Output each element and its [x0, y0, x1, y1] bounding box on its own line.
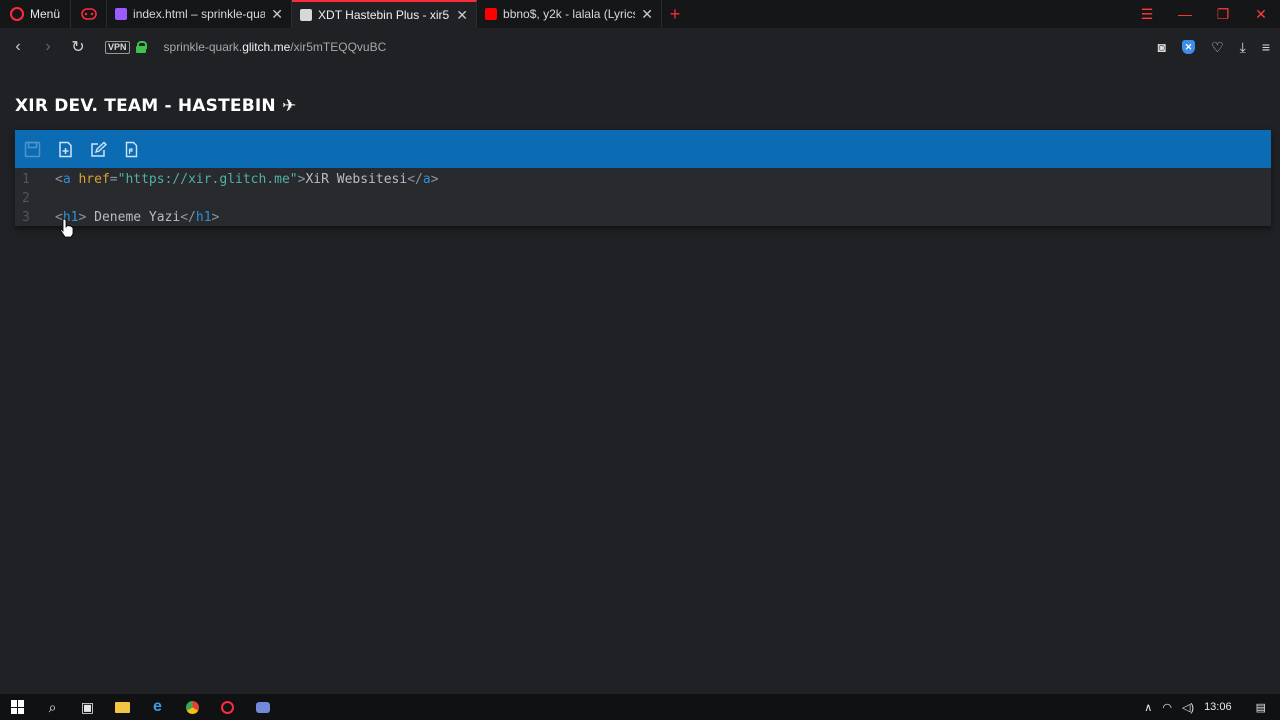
tab-sprinkle-quark[interactable]: index.html – sprinkle-quark ✕	[107, 0, 293, 28]
url-path: /xir5mTEQQvuBC	[290, 40, 387, 54]
code-line: 1 <a href="https://xir.glitch.me">XiR We…	[15, 170, 1271, 189]
code-token: href	[78, 172, 110, 187]
code-token: >	[211, 210, 220, 225]
code-token: Deneme Yazi	[86, 210, 181, 225]
code-line: 3 <h1> Deneme Yazi</h1>	[15, 208, 1271, 227]
code-token: >	[430, 172, 439, 187]
chrome-icon[interactable]	[175, 694, 210, 720]
windows-logo-icon	[10, 700, 25, 714]
close-window-icon[interactable]: ✕	[1242, 6, 1280, 23]
address-bar-tools: ◙ ✕ ♡ ⤓ ≡	[1158, 39, 1280, 56]
code-line: 2	[15, 189, 1271, 208]
volume-icon[interactable]: ◁)	[1182, 701, 1194, 714]
save-icon[interactable]	[23, 140, 42, 159]
code-line-content: <h1> Deneme Yazi</h1>	[55, 210, 219, 225]
minimize-icon[interactable]: —	[1166, 6, 1204, 22]
back-icon[interactable]: ‹	[3, 38, 33, 56]
easy-setup-icon[interactable]: ☰	[1128, 6, 1166, 23]
line-number: 1	[22, 172, 30, 187]
code-token: </	[407, 172, 423, 187]
glitch-favicon-icon	[115, 8, 128, 20]
file-explorer-icon[interactable]	[105, 694, 140, 720]
youtube-favicon-icon	[485, 8, 498, 20]
window-controls: ☰ — ❐ ✕	[1128, 0, 1280, 28]
menu-label: Menü	[30, 7, 61, 21]
chevron-up-icon[interactable]: ∧	[1144, 701, 1152, 714]
opera-logo-icon	[10, 7, 24, 21]
code-token: </	[180, 210, 196, 225]
document-favicon-icon	[300, 9, 313, 21]
tab-youtube[interactable]: bbno$, y2k - lalala (Lyrics) - ✕	[477, 0, 663, 28]
page-title: XIR DEV. TEAM - HASTEBIN ✈	[15, 96, 297, 116]
clock[interactable]: 13:06	[1204, 701, 1232, 713]
code-token: a	[62, 172, 71, 187]
task-view-icon[interactable]: ▣	[70, 694, 105, 720]
code-line-content: <a href="https://xir.glitch.me">XiR Webs…	[55, 172, 439, 187]
code-token: =	[109, 172, 118, 187]
lock-icon[interactable]	[135, 41, 147, 53]
code-token: h1	[195, 210, 212, 225]
ad-blocker-shield-icon[interactable]: ✕	[1182, 40, 1196, 54]
close-tab-icon[interactable]: ✕	[641, 6, 653, 23]
close-tab-icon[interactable]: ✕	[271, 6, 283, 23]
opera-menu-button[interactable]: Menü	[0, 0, 72, 28]
tab-title: index.html – sprinkle-quark	[133, 7, 266, 21]
search-icon[interactable]: ⌕	[35, 694, 70, 720]
line-number: 3	[22, 210, 30, 225]
url-prefix: sprinkle-quark.	[163, 40, 243, 54]
system-tray: ∧ ◠ ◁) 13:06 ▤	[1144, 701, 1280, 714]
wifi-icon[interactable]: ◠	[1162, 701, 1172, 714]
windows-taskbar: ⌕ ▣ e ∧ ◠ ◁) 13:06 ▤	[0, 694, 1280, 720]
code-token: XiR Websitesi	[305, 172, 408, 187]
camera-icon[interactable]: ◙	[1158, 39, 1166, 55]
browser-tab-bar: Menü index.html – sprinkle-quark ✕ XDT H…	[0, 0, 1280, 28]
raw-icon[interactable]	[122, 140, 141, 159]
mouse-pointer-icon	[60, 218, 74, 238]
code-editor[interactable]: 1 <a href="https://xir.glitch.me">XiR We…	[15, 130, 1271, 226]
new-tab-button[interactable]: +	[662, 0, 688, 28]
easy-menu-icon[interactable]: ≡	[1262, 39, 1270, 55]
code-area[interactable]: 1 <a href="https://xir.glitch.me">XiR We…	[15, 168, 1271, 227]
edit-icon[interactable]	[89, 140, 108, 159]
download-icon[interactable]: ⤓	[1240, 39, 1246, 56]
start-button[interactable]	[0, 694, 35, 720]
page-content: XIR DEV. TEAM - HASTEBIN ✈ 1 <a href="ht…	[0, 66, 1280, 694]
restore-icon[interactable]: ❐	[1204, 6, 1242, 23]
code-token: "https://xir.glitch.me"	[117, 172, 298, 187]
tab-title: XDT Hastebin Plus - xir5mT	[318, 8, 450, 22]
line-number: 2	[22, 191, 30, 206]
gamepad-icon[interactable]	[71, 0, 108, 28]
tab-title: bbno$, y2k - lalala (Lyrics) -	[503, 7, 636, 21]
close-tab-icon[interactable]: ✕	[456, 7, 468, 24]
address-bar: ‹ › ↻ VPN sprinkle-quark.glitch.me/xir5m…	[0, 28, 1280, 66]
edge-icon[interactable]: e	[140, 694, 175, 720]
vpn-badge[interactable]: VPN	[105, 40, 130, 54]
new-document-icon[interactable]	[56, 140, 75, 159]
discord-icon[interactable]	[245, 694, 280, 720]
reload-icon[interactable]: ↻	[63, 37, 93, 57]
code-token: a	[422, 172, 431, 187]
forward-icon[interactable]: ›	[33, 38, 63, 56]
opera-taskbar-icon[interactable]	[210, 694, 245, 720]
notification-icon[interactable]: ▤	[1256, 701, 1266, 714]
url-host: glitch.me	[242, 40, 291, 54]
editor-toolbar	[15, 130, 1271, 168]
tab-xdt-hastebin[interactable]: XDT Hastebin Plus - xir5mT ✕	[292, 0, 478, 28]
heart-icon[interactable]: ♡	[1211, 39, 1224, 56]
code-token: <	[55, 172, 63, 187]
url-field[interactable]: sprinkle-quark.glitch.me/xir5mTEQQvuBC	[164, 40, 387, 54]
